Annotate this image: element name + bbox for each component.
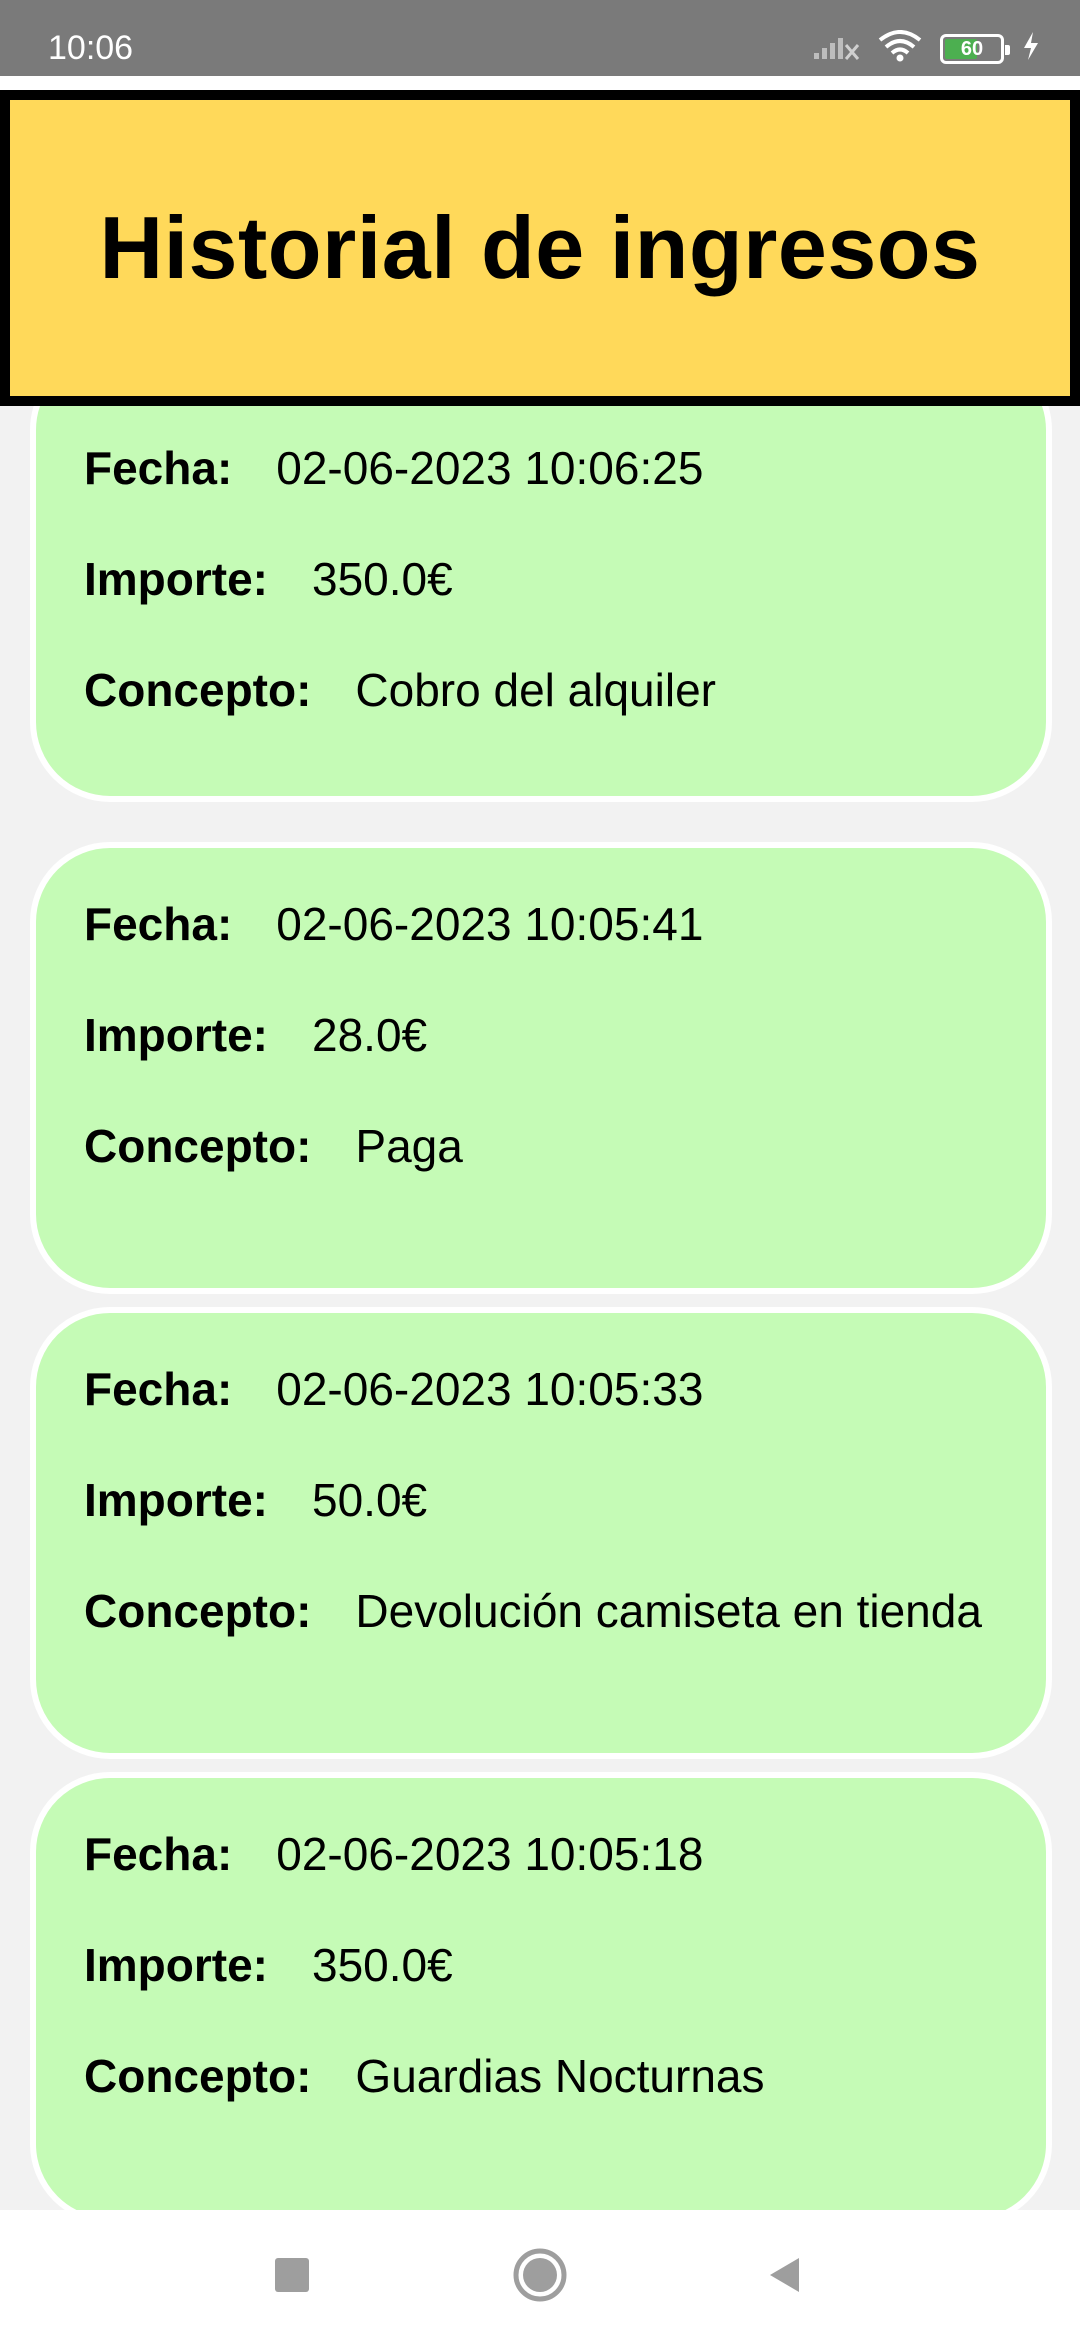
amount-label: Importe: — [84, 1009, 268, 1061]
date-label: Fecha: — [84, 1363, 233, 1415]
back-triangle-icon[interactable] — [750, 2240, 820, 2310]
concept-label: Concepto: — [84, 2050, 312, 2102]
wifi-icon — [878, 30, 922, 67]
amount-label: Importe: — [84, 553, 268, 605]
amount-value: 350.0€ — [312, 553, 453, 605]
amount-value: 28.0€ — [312, 1009, 428, 1061]
date-label: Fecha: — [84, 442, 233, 494]
home-circle-icon[interactable] — [505, 2240, 575, 2310]
navigation-bar — [0, 2210, 1080, 2340]
concept-value: Cobro del alquiler — [355, 664, 716, 716]
date-value: 02-06-2023 10:06:25 — [276, 442, 704, 494]
concept-value: Devolución camiseta en tienda — [355, 1585, 982, 1637]
concept-row: Concepto: Guardias Nocturnas — [84, 2048, 765, 2104]
date-row: Fecha: 02-06-2023 10:05:18 — [84, 1826, 703, 1882]
date-label: Fecha: — [84, 898, 233, 950]
battery-icon: 60 — [940, 33, 1010, 64]
date-label: Fecha: — [84, 1828, 233, 1880]
date-value: 02-06-2023 10:05:33 — [276, 1363, 704, 1415]
amount-row: Importe: 350.0€ — [84, 551, 453, 607]
date-value: 02-06-2023 10:05:18 — [276, 1828, 704, 1880]
concept-row: Concepto: Paga — [84, 1118, 463, 1174]
income-list[interactable]: Fecha: 02-06-2023 10:06:25 Importe: 350.0€… — [0, 406, 1080, 2210]
date-row: Fecha: 02-06-2023 10:05:41 — [84, 896, 703, 952]
status-time: 10:06 — [48, 29, 134, 67]
amount-value: 350.0€ — [312, 1939, 453, 1991]
income-card[interactable]: Fecha: 02-06-2023 10:05:18 Importe: 350.0€… — [30, 1772, 1052, 2210]
amount-row: Importe: 50.0€ — [84, 1472, 427, 1528]
battery-level: 60 — [960, 37, 984, 60]
concept-value: Guardias Nocturnas — [355, 2050, 765, 2102]
concept-row: Concepto: Cobro del alquiler — [84, 662, 716, 718]
concept-value: Paga — [355, 1120, 463, 1172]
concept-row: Concepto: Devolución camiseta en tienda — [84, 1583, 982, 1639]
date-row: Fecha: 02-06-2023 10:06:25 — [84, 440, 703, 496]
date-value: 02-06-2023 10:05:41 — [276, 898, 704, 950]
page-title: Historial de ingresos — [99, 198, 981, 297]
concept-label: Concepto: — [84, 664, 312, 716]
amount-row: Importe: 28.0€ — [84, 1007, 427, 1063]
status-icons: 60 — [812, 30, 1040, 67]
amount-label: Importe: — [84, 1474, 268, 1526]
income-card[interactable]: Fecha: 02-06-2023 10:05:33 Importe: 50.0€ … — [30, 1307, 1052, 1759]
income-card[interactable]: Fecha: 02-06-2023 10:06:25 Importe: 350.0€… — [30, 406, 1052, 802]
page-header: Historial de ingresos — [0, 90, 1080, 406]
concept-label: Concepto: — [84, 1585, 312, 1637]
amount-row: Importe: 350.0€ — [84, 1937, 453, 1993]
concept-label: Concepto: — [84, 1120, 312, 1172]
recents-square-icon[interactable] — [257, 2240, 327, 2310]
signal-off-icon — [812, 31, 860, 66]
battery-tip — [1005, 44, 1010, 55]
date-row: Fecha: 02-06-2023 10:05:33 — [84, 1361, 703, 1417]
amount-value: 50.0€ — [312, 1474, 428, 1526]
status-bar: 10:06 60 — [0, 0, 1080, 76]
status-divider — [0, 76, 1080, 90]
amount-label: Importe: — [84, 1939, 268, 1991]
charging-bolt-icon — [1022, 31, 1040, 66]
income-card[interactable]: Fecha: 02-06-2023 10:05:41 Importe: 28.0€ … — [30, 842, 1052, 1294]
